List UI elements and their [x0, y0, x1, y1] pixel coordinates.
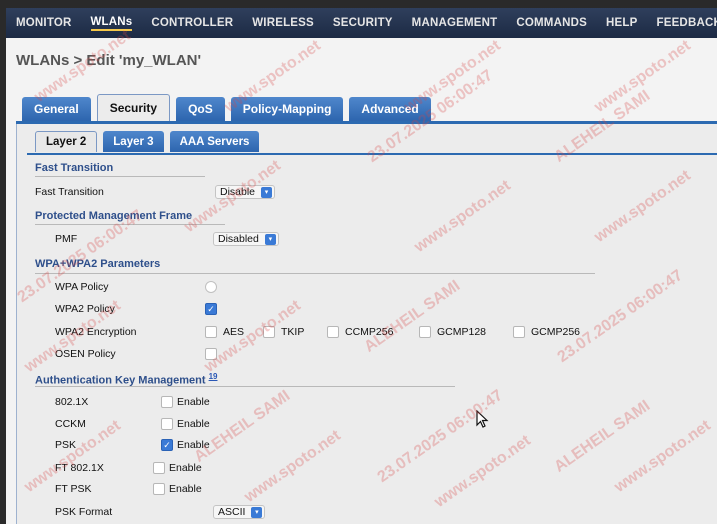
divider: [35, 386, 455, 387]
ccmp256-checkbox[interactable]: [327, 326, 339, 338]
section-fast-transition: Fast Transition: [35, 162, 114, 174]
pmf-value: Disabled: [218, 233, 259, 245]
nav-help[interactable]: HELP: [606, 17, 637, 29]
wpa2-policy-checkbox[interactable]: ✓: [205, 303, 217, 315]
top-navigation: MONITOR WLANs CONTROLLER WIRELESS SECURI…: [6, 8, 717, 38]
wpa2-policy-label: WPA2 Policy: [55, 303, 115, 315]
akm-ft-psk-label: FT PSK: [55, 483, 92, 495]
gcmp128-label: GCMP128: [437, 326, 487, 338]
akm-ft-psk-enable: Enable: [169, 483, 202, 495]
tab-policy-mapping[interactable]: Policy-Mapping: [230, 97, 344, 121]
wpa-policy-checkbox[interactable]: [205, 281, 217, 293]
gcmp256-label: GCMP256: [531, 326, 581, 338]
psk-format-select[interactable]: ASCII ▾: [213, 505, 266, 519]
wpa2-encryption-label: WPA2 Encryption: [55, 326, 137, 338]
akm-psk-enable: Enable: [177, 439, 210, 451]
akm-cckm-label: CCKM: [55, 418, 86, 430]
dropdown-arrow-icon: ▾: [261, 186, 273, 198]
akm-8021x-label: 802.1X: [55, 396, 89, 408]
fast-transition-label: Fast Transition: [35, 186, 104, 198]
nav-wireless[interactable]: WIRELESS: [252, 17, 314, 29]
akm-cckm-checkbox[interactable]: [161, 418, 173, 430]
tkip-checkbox[interactable]: [263, 326, 275, 338]
mouse-cursor-icon: [476, 410, 489, 428]
akm-psk-label: PSK: [55, 439, 77, 451]
browser-frame: MONITOR WLANs CONTROLLER WIRELESS SECURI…: [6, 8, 717, 524]
nav-management[interactable]: MANAGEMENT: [412, 17, 498, 29]
akm-psk-checkbox[interactable]: ✓: [161, 439, 173, 451]
ccmp256-label: CCMP256: [345, 326, 394, 338]
main-tabs: General Security QoS Policy-Mapping Adva…: [16, 92, 717, 124]
akm-ft-8021x-checkbox[interactable]: [153, 462, 165, 474]
aes-label: AES: [223, 326, 245, 338]
tab-advanced[interactable]: Advanced: [349, 97, 431, 121]
divider: [35, 273, 595, 274]
nav-controller[interactable]: CONTROLLER: [151, 17, 233, 29]
psk-format-value: ASCII: [218, 506, 246, 518]
tkip-label: TKIP: [281, 326, 305, 338]
section-wpa-wpa2: WPA+WPA2 Parameters: [35, 258, 161, 270]
nav-security[interactable]: SECURITY: [333, 17, 393, 29]
section-pmf: Protected Management Frame: [35, 210, 193, 222]
divider: [35, 176, 205, 177]
divider: [35, 224, 225, 225]
subtab-layer2[interactable]: Layer 2: [35, 131, 98, 152]
aes-checkbox[interactable]: [205, 326, 217, 338]
osen-policy-label: OSEN Policy: [55, 348, 116, 360]
pmf-label: PMF: [55, 233, 78, 245]
akm-title: Authentication Key Management: [35, 374, 206, 387]
nav-monitor[interactable]: MONITOR: [16, 17, 72, 29]
fast-transition-select[interactable]: Disable ▾: [215, 185, 276, 199]
tab-security[interactable]: Security: [96, 94, 171, 121]
section-akm: Authentication Key Management 19: [35, 372, 218, 387]
dropdown-arrow-icon: ▾: [251, 506, 263, 518]
nav-feedback[interactable]: FEEDBACK: [656, 17, 717, 29]
subtab-aaa-servers[interactable]: AAA Servers: [169, 131, 260, 152]
fast-transition-value: Disable: [220, 186, 256, 198]
dropdown-arrow-icon: ▾: [264, 233, 276, 245]
psk-format-label: PSK Format: [55, 506, 113, 518]
sub-tabs: Layer 2 Layer 3 AAA Servers: [35, 131, 265, 153]
akm-ft-psk-checkbox[interactable]: [153, 483, 165, 495]
tab-general[interactable]: General: [22, 97, 91, 121]
page-title: WLANs > Edit 'my_WLAN': [16, 52, 202, 69]
security-panel: Layer 2 Layer 3 AAA Servers Fast Transit…: [16, 124, 717, 524]
tab-qos[interactable]: QoS: [176, 97, 225, 121]
osen-policy-checkbox[interactable]: [205, 348, 217, 360]
wpa-policy-label: WPA Policy: [55, 281, 109, 293]
nav-commands[interactable]: COMMANDS: [516, 17, 587, 29]
gcmp128-checkbox[interactable]: [419, 326, 431, 338]
akm-cckm-enable: Enable: [177, 418, 210, 430]
pmf-select[interactable]: Disabled ▾: [213, 232, 279, 246]
akm-ft-8021x-enable: Enable: [169, 462, 202, 474]
gcmp256-checkbox[interactable]: [513, 326, 525, 338]
akm-8021x-enable: Enable: [177, 396, 210, 408]
akm-8021x-checkbox[interactable]: [161, 396, 173, 408]
subtab-layer3[interactable]: Layer 3: [103, 131, 164, 152]
nav-wlans[interactable]: WLANs: [90, 16, 133, 31]
subtab-underline: [27, 153, 717, 155]
akm-help-link[interactable]: 19: [209, 372, 218, 381]
akm-ft-8021x-label: FT 802.1X: [55, 462, 104, 474]
